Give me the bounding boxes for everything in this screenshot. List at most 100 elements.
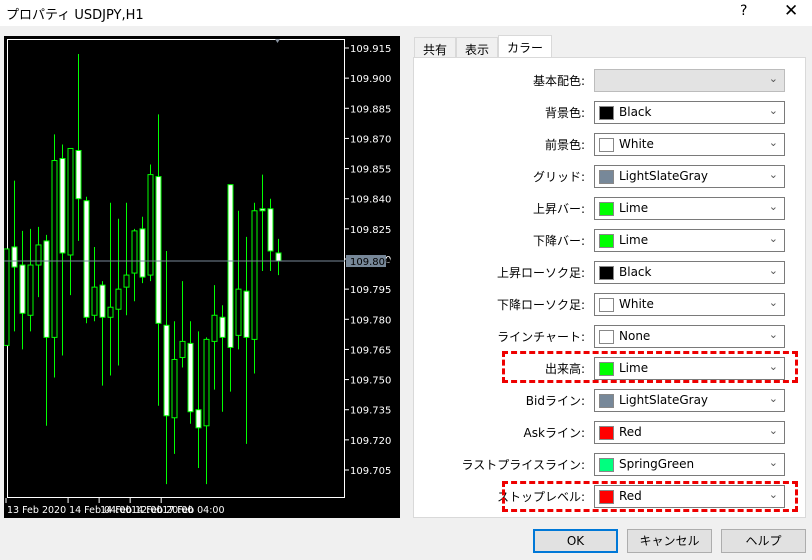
bull-candle xyxy=(235,288,242,336)
y-tick-label: 109.795 xyxy=(350,285,391,296)
color-row-label: 基本配色: xyxy=(532,74,585,88)
color-row-label: 前景色: xyxy=(544,138,585,152)
tab-colors[interactable]: カラー xyxy=(498,35,553,59)
color-row-label: 上昇ローソク足: xyxy=(496,266,585,280)
y-tick-label: 109.735 xyxy=(350,406,391,417)
y-tick-label: 109.720 xyxy=(350,436,391,447)
x-tick-label: 17 Feb 04:00 xyxy=(162,505,224,516)
close-icon[interactable]: ✕ xyxy=(784,1,798,21)
bull-candle xyxy=(115,288,122,310)
color-select[interactable]: Lime ⌄ xyxy=(594,197,785,220)
chevron-down-icon: ⌄ xyxy=(768,424,778,437)
bear-candle xyxy=(83,200,90,318)
color-select[interactable]: Black ⌄ xyxy=(594,101,785,124)
color-select-value: Red xyxy=(619,425,642,439)
color-select[interactable]: White ⌄ xyxy=(594,133,785,156)
bear-candle xyxy=(227,184,234,348)
color-row-label: 背景色: xyxy=(544,106,585,120)
color-select[interactable]: ⌄ xyxy=(594,69,785,92)
colors-panel: 基本配色: ⌄ 背景色: Black ⌄ 前景色: White ⌄ グリッド: … xyxy=(413,57,806,518)
color-swatch xyxy=(599,106,614,120)
color-swatch xyxy=(599,330,614,344)
color-row: 上昇バー: Lime ⌄ xyxy=(414,197,807,220)
color-select[interactable]: White ⌄ xyxy=(594,293,785,316)
color-row: 基本配色: ⌄ xyxy=(414,69,807,92)
color-select[interactable]: LightSlateGray ⌄ xyxy=(594,389,785,412)
color-swatch xyxy=(599,394,614,408)
y-tick-label: 109.900 xyxy=(350,74,391,85)
ok-button[interactable]: OK xyxy=(533,529,618,553)
y-tick-label: 109.750 xyxy=(350,376,391,387)
color-swatch xyxy=(599,266,614,280)
color-swatch xyxy=(599,426,614,440)
chevron-down-icon: ⌄ xyxy=(768,200,778,213)
chevron-down-icon: ⌄ xyxy=(768,104,778,117)
chart-preview: 109.915 109.900 109.885 109.870 109.855 109.8… xyxy=(4,36,400,518)
color-select-value: Lime xyxy=(619,233,649,247)
bear-candle xyxy=(75,149,82,200)
color-select[interactable]: LightSlateGray ⌄ xyxy=(594,165,785,188)
cancel-button[interactable]: キャンセル xyxy=(627,529,712,553)
color-row: 前景色: White ⌄ xyxy=(414,133,807,156)
color-row-label: 下降ローソク足: xyxy=(496,298,585,312)
help-icon[interactable]: ? xyxy=(740,3,747,19)
color-swatch xyxy=(599,170,614,184)
y-tick-label: 109.885 xyxy=(350,104,391,115)
color-select-value: Lime xyxy=(619,201,649,215)
tab-common[interactable]: 共有 xyxy=(414,37,457,58)
bull-candle xyxy=(171,358,178,419)
bull-candle xyxy=(251,210,258,340)
help-button[interactable]: ヘルプ xyxy=(721,529,806,553)
highlight-volume xyxy=(502,351,798,383)
y-tick-label: 109.765 xyxy=(350,345,391,356)
title-bar: プロパティ USDJPY,H1 ? ✕ xyxy=(0,0,812,26)
color-select[interactable]: Red ⌄ xyxy=(594,421,785,444)
color-row: グリッド: LightSlateGray ⌄ xyxy=(414,165,807,188)
color-row-label: Askライン: xyxy=(523,426,585,440)
y-tick-label: 109.855 xyxy=(350,165,391,176)
color-select-value: White xyxy=(619,297,654,311)
bear-candle xyxy=(163,324,170,417)
bull-candle xyxy=(179,340,186,358)
color-select[interactable]: None ⌄ xyxy=(594,325,785,348)
color-swatch xyxy=(599,298,614,312)
bear-candle xyxy=(195,409,202,429)
color-swatch xyxy=(599,138,614,152)
color-swatch xyxy=(599,458,614,472)
color-row-label: 上昇バー: xyxy=(532,202,585,216)
bear-candle xyxy=(219,316,226,338)
bull-candle xyxy=(51,160,58,338)
color-row: ラストプライスライン: SpringGreen ⌄ xyxy=(414,453,807,476)
shift-marker-icon xyxy=(275,39,280,43)
chevron-down-icon: ⌄ xyxy=(768,392,778,405)
color-row-label: ラインチャート: xyxy=(497,330,585,344)
color-swatch xyxy=(599,202,614,216)
bull-candle xyxy=(67,147,74,256)
bull-candle xyxy=(147,174,154,276)
y-tick-label: 109.825 xyxy=(350,225,391,236)
color-select[interactable]: SpringGreen ⌄ xyxy=(594,453,785,476)
color-select-value: White xyxy=(619,137,654,151)
chevron-down-icon: ⌄ xyxy=(768,136,778,149)
chevron-down-icon: ⌄ xyxy=(768,168,778,181)
chevron-down-icon: ⌄ xyxy=(768,232,778,245)
bull-candle xyxy=(131,230,138,274)
bull-candle xyxy=(27,264,34,316)
bull-candle xyxy=(4,248,10,346)
y-tick-label: 109.780 xyxy=(350,315,391,326)
color-row-label: ラストプライスライン: xyxy=(461,458,585,472)
bear-candle xyxy=(11,246,18,268)
color-row: 下降バー: Lime ⌄ xyxy=(414,229,807,252)
color-select-value: LightSlateGray xyxy=(619,169,709,183)
highlight-stop-level xyxy=(502,481,798,512)
bear-candle xyxy=(267,208,274,252)
tab-bar: 共有 表示 カラー xyxy=(414,35,553,59)
bear-candle xyxy=(243,290,250,338)
color-select[interactable]: Lime ⌄ xyxy=(594,229,785,252)
bear-candle xyxy=(275,252,282,262)
color-select[interactable]: Black ⌄ xyxy=(594,261,785,284)
tab-display[interactable]: 表示 xyxy=(456,37,499,58)
bull-candle xyxy=(211,314,218,342)
x-tick-label: 13 Feb 2020 xyxy=(7,505,66,516)
bear-candle xyxy=(43,240,50,338)
